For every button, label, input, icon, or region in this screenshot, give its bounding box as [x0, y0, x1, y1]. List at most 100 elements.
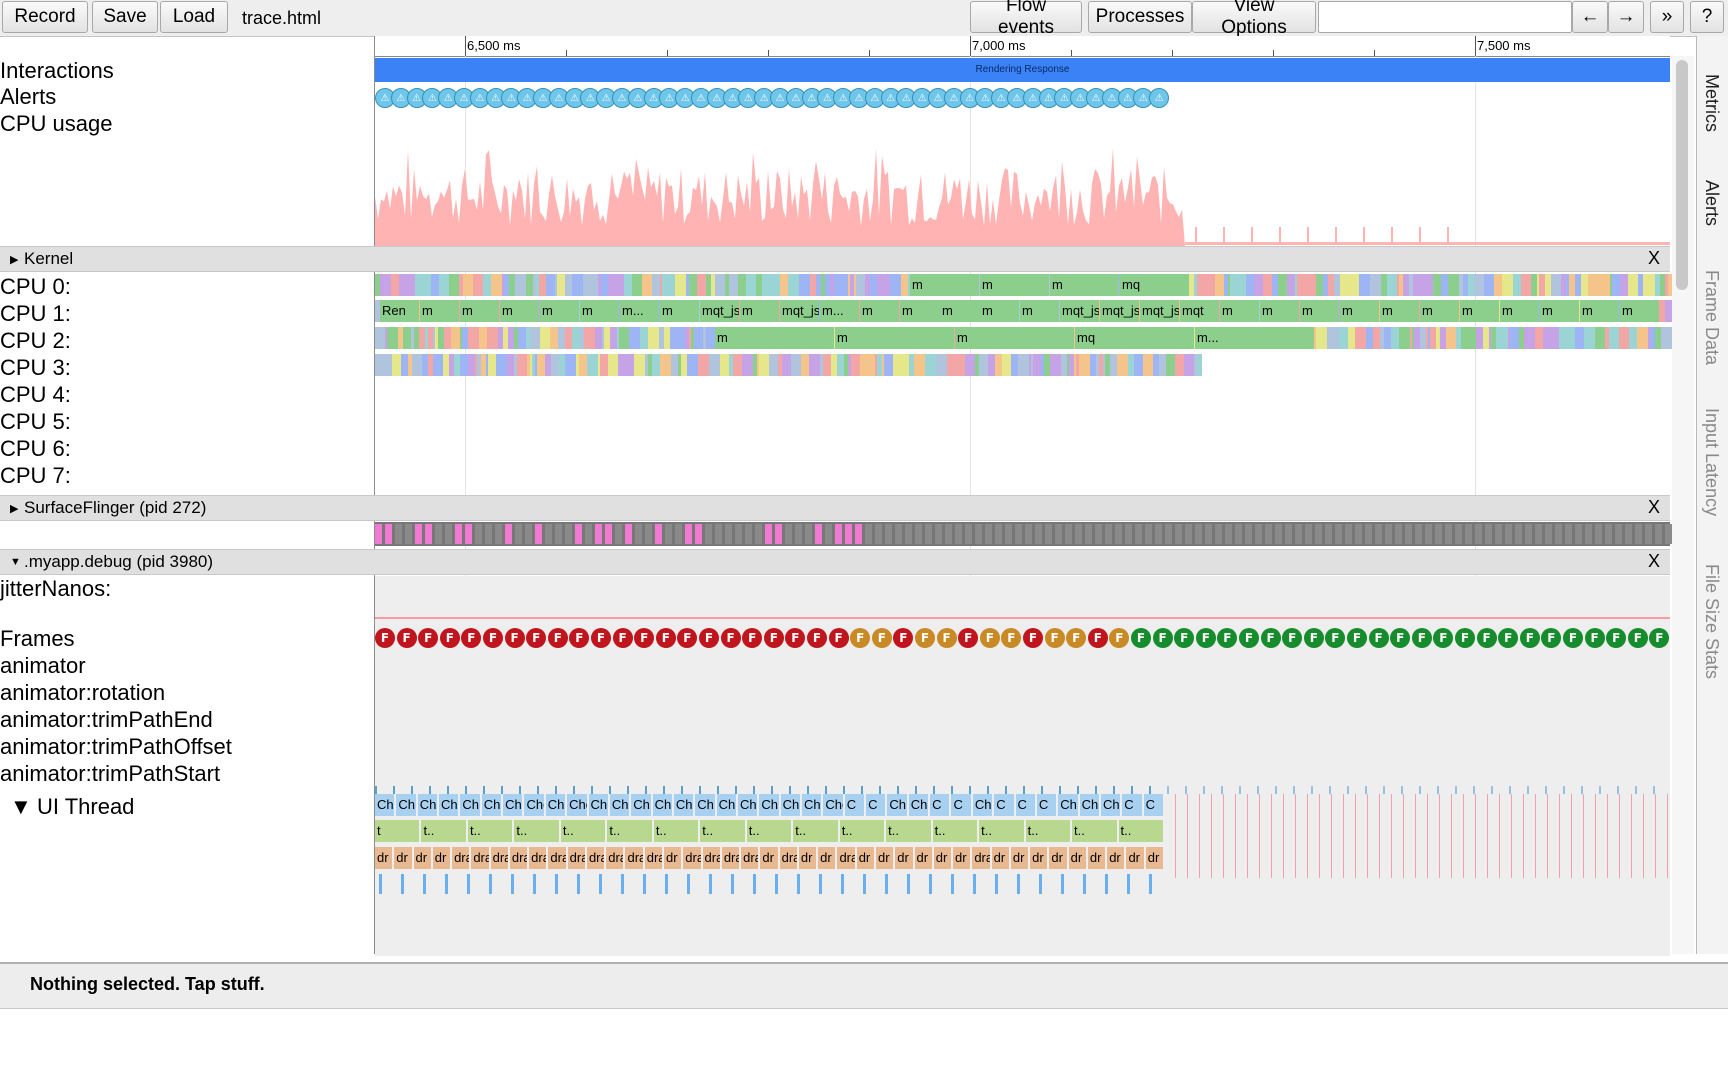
- cpu-slice-stripe[interactable]: [463, 274, 473, 296]
- cpu-slice[interactable]: m...: [620, 300, 659, 322]
- frame-marker[interactable]: F: [1217, 628, 1238, 648]
- surfaceflinger-slice[interactable]: [1565, 524, 1572, 544]
- cpu-slice-stripe[interactable]: [1413, 274, 1422, 296]
- frame-marker[interactable]: F: [1390, 628, 1411, 648]
- cpu-slice-stripe[interactable]: [782, 354, 791, 376]
- frame-marker[interactable]: F: [1131, 628, 1151, 648]
- cpu-slice[interactable]: m: [1050, 274, 1119, 296]
- ui-thread-slice[interactable]: dr: [1107, 847, 1125, 869]
- cpu-slice-stripe[interactable]: [412, 354, 422, 376]
- ui-thread-slice[interactable]: Ch: [652, 794, 672, 816]
- ui-thread-slice[interactable]: Ch: [716, 794, 736, 816]
- surfaceflinger-slice[interactable]: [395, 524, 402, 544]
- cpu-slice-stripe[interactable]: [979, 354, 988, 376]
- ui-thread-slice[interactable]: dra: [567, 847, 585, 869]
- cpu-slice-stripe[interactable]: [837, 354, 844, 376]
- ui-thread-row[interactable]: ChChChChChChChChoChChoChChChChChoChChChC…: [375, 794, 1670, 878]
- cpu-slice-stripe[interactable]: [403, 327, 411, 349]
- frames-track[interactable]: FFFFFFFFFFFFFFFFFFFFFFFFFFFFFFFFFFFFFFFF…: [375, 628, 1670, 650]
- cpu-slice-stripe[interactable]: [540, 327, 550, 349]
- cpu-slice-stripe[interactable]: [947, 354, 954, 376]
- frame-marker[interactable]: F: [1476, 628, 1497, 648]
- ui-thread-slice[interactable]: Cho: [524, 794, 544, 816]
- frame-marker[interactable]: F: [1109, 628, 1130, 648]
- cpu-slice[interactable]: m: [460, 300, 499, 322]
- cpu-slice-stripe[interactable]: [613, 274, 624, 296]
- ui-thread-slice[interactable]: t..: [700, 820, 745, 842]
- surfaceflinger-slice[interactable]: [915, 524, 922, 544]
- cpu-slice-stripe[interactable]: [1599, 274, 1610, 296]
- cpu-track[interactable]: [375, 354, 1670, 376]
- cpu-slice-stripe[interactable]: [1246, 274, 1254, 296]
- frame-marker[interactable]: F: [591, 628, 611, 648]
- surfaceflinger-slice[interactable]: [855, 524, 862, 544]
- surfaceflinger-slice[interactable]: [765, 524, 772, 544]
- ui-thread-slice[interactable]: t..: [746, 820, 792, 842]
- cpu-slice-stripe[interactable]: [449, 274, 459, 296]
- surfaceflinger-slice[interactable]: [795, 524, 802, 544]
- cpu-slice-stripe[interactable]: [769, 354, 778, 376]
- prev-result-button[interactable]: ←: [1572, 1, 1608, 33]
- surfaceflinger-slice[interactable]: [1355, 524, 1362, 544]
- cpu-slice-stripe[interactable]: [380, 354, 388, 376]
- surfaceflinger-slice[interactable]: [1095, 524, 1102, 544]
- scrollbar-thumb[interactable]: [1676, 60, 1688, 290]
- cpu-slice-stripe[interactable]: [1467, 327, 1476, 349]
- surfaceflinger-slice[interactable]: [685, 524, 692, 544]
- surfaceflinger-slice[interactable]: [415, 524, 422, 544]
- side-tab-input-latency[interactable]: Input Latency: [1701, 408, 1722, 516]
- ui-thread-slice[interactable]: C: [1143, 794, 1163, 816]
- ui-thread-slice[interactable]: Ch: [375, 794, 395, 816]
- ui-thread-slice[interactable]: Ch: [609, 794, 630, 816]
- ui-thread-slice[interactable]: dra: [972, 847, 990, 869]
- ui-thread-slice[interactable]: dr: [664, 847, 682, 869]
- frame-marker[interactable]: F: [1282, 628, 1303, 648]
- surfaceflinger-slice[interactable]: [755, 524, 762, 544]
- cpu-slice[interactable]: m: [980, 274, 1049, 296]
- ui-thread-slice[interactable]: dr: [1126, 847, 1144, 869]
- surfaceflinger-slice[interactable]: [935, 524, 942, 544]
- ui-thread-slice[interactable]: dra: [606, 847, 624, 869]
- frame-marker[interactable]: F: [1498, 628, 1519, 648]
- surfaceflinger-slice[interactable]: [1595, 524, 1602, 544]
- cpu-slice-stripe[interactable]: [1316, 327, 1327, 349]
- cpu-track[interactable]: m m m mq: [375, 274, 1678, 296]
- cpu-slice-stripe[interactable]: [771, 274, 780, 296]
- surfaceflinger-slice[interactable]: [1235, 524, 1242, 544]
- cpu-slice-stripe[interactable]: [1645, 274, 1655, 296]
- cpu-slice-stripe[interactable]: [660, 354, 671, 376]
- surfaceflinger-slice[interactable]: [1245, 524, 1252, 544]
- cpu-slice-stripe[interactable]: [799, 274, 810, 296]
- cpu-slice-stripe[interactable]: [507, 354, 514, 376]
- surfaceflinger-slice[interactable]: [1405, 524, 1412, 544]
- close-icon[interactable]: X: [1648, 551, 1660, 572]
- cpu-slice-stripe[interactable]: [387, 327, 398, 349]
- surfaceflinger-slice[interactable]: [1295, 524, 1302, 544]
- ui-thread-slice[interactable]: C: [1036, 794, 1057, 816]
- cpu-slice-stripe[interactable]: [473, 274, 483, 296]
- ui-thread-slice[interactable]: dra: [625, 847, 643, 869]
- frame-marker[interactable]: F: [958, 628, 979, 648]
- cpu-slice-stripe[interactable]: [1510, 327, 1519, 349]
- cpu-slice-stripe[interactable]: [1575, 327, 1584, 349]
- cpu-slice-stripe[interactable]: [670, 327, 679, 349]
- cpu-slice[interactable]: m: [740, 300, 779, 322]
- cpu-slice-stripe[interactable]: [759, 354, 769, 376]
- ui-thread-slice[interactable]: dr: [1145, 847, 1163, 869]
- cpu-slice[interactable]: m: [1220, 300, 1259, 322]
- time-ruler[interactable]: 6,500 ms 7,000 ms 7,500 ms: [375, 36, 1670, 57]
- cpu-slice-stripe[interactable]: [697, 274, 706, 296]
- surfaceflinger-slice[interactable]: [1435, 524, 1442, 544]
- surfaceflinger-slice[interactable]: [865, 524, 872, 544]
- cpu-slice[interactable]: m: [1020, 300, 1059, 322]
- frame-marker[interactable]: F: [1044, 628, 1065, 648]
- surfaceflinger-slice[interactable]: [615, 524, 622, 544]
- frame-marker[interactable]: F: [871, 628, 892, 648]
- cpu-slice-stripe[interactable]: [1543, 327, 1554, 349]
- surfaceflinger-slice[interactable]: [1365, 524, 1372, 544]
- cpu-slice-stripe[interactable]: [671, 354, 678, 376]
- cpu-slice-stripe[interactable]: [1524, 327, 1535, 349]
- surfaceflinger-slice[interactable]: [885, 524, 892, 544]
- cpu-slice-stripe[interactable]: [988, 354, 995, 376]
- ui-thread-slice[interactable]: dra: [837, 847, 855, 869]
